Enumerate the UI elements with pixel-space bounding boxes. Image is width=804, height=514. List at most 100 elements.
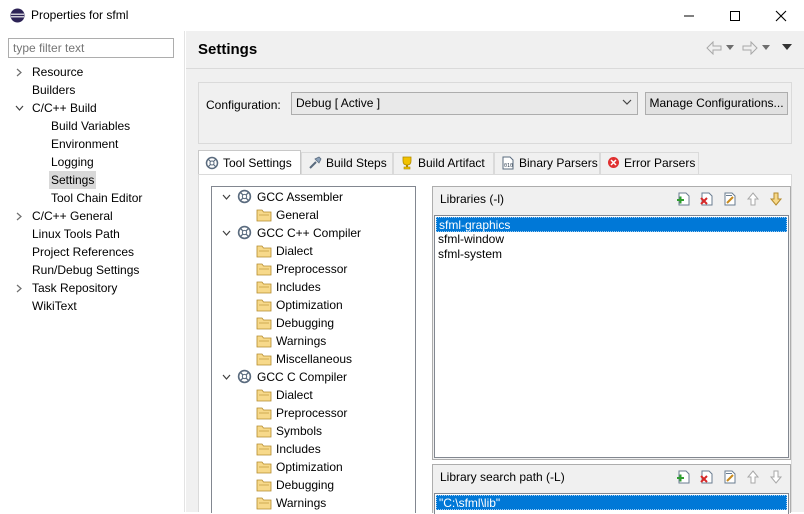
tool-tree-item-general[interactable]: General <box>212 206 415 224</box>
tool-tree-item-warnings[interactable]: Warnings <box>212 494 415 512</box>
chevron-down-icon[interactable] <box>222 373 231 381</box>
edit-icon[interactable] <box>722 469 738 485</box>
tool-tree-label: GCC C++ Compiler <box>257 226 362 240</box>
chevron-right-icon[interactable] <box>15 68 23 77</box>
forward-dropdown-icon[interactable] <box>762 45 770 50</box>
move-up-icon[interactable] <box>745 469 761 485</box>
tool-tree-item-dialect[interactable]: Dialect <box>212 386 415 404</box>
tool-tree-item-preprocessor[interactable]: Preprocessor <box>212 260 415 278</box>
manage-configurations-button[interactable]: Manage Configurations... <box>645 92 788 115</box>
move-up-icon[interactable] <box>745 191 761 207</box>
library-search-path-title: Library search path (-L) <box>440 470 565 484</box>
folder-icon <box>256 425 272 438</box>
folder-icon <box>256 497 272 510</box>
tool-tree-item-symbols[interactable]: Symbols <box>212 422 415 440</box>
tool-tree-label: GCC C Compiler <box>257 370 348 384</box>
tool-tree-item-includes[interactable]: Includes <box>212 440 415 458</box>
folder-icon <box>256 263 272 276</box>
chevron-right-icon[interactable] <box>15 212 23 221</box>
add-icon[interactable] <box>676 191 692 207</box>
list-item[interactable]: sfml-graphics <box>436 217 787 232</box>
folder-icon <box>256 317 272 330</box>
tab-error-parsers[interactable]: Error Parsers <box>600 152 699 174</box>
tool-tree-item-dialect[interactable]: Dialect <box>212 242 415 260</box>
sidebar-item-label: Logging <box>51 155 94 169</box>
sidebar-item-label: Run/Debug Settings <box>32 263 140 277</box>
libraries-panel: Libraries (-l) sfml-graphics sfml-window… <box>432 186 791 460</box>
chevron-right-icon[interactable] <box>15 284 23 293</box>
tool-tree-item-gcc-c-compiler[interactable]: GCC C Compiler <box>212 368 415 386</box>
list-item[interactable]: "C:\sfml\lib" <box>436 495 787 510</box>
build-steps-icon <box>309 156 322 169</box>
tool-tree-item-optimization[interactable]: Optimization <box>212 296 415 314</box>
delete-icon[interactable] <box>699 191 715 207</box>
tab-label: Build Steps <box>326 156 387 170</box>
tool-tree-label: Optimization <box>276 298 343 312</box>
configuration-label: Configuration: <box>206 98 281 112</box>
filter-input[interactable] <box>8 38 174 58</box>
maximize-button[interactable] <box>712 0 758 30</box>
chevron-down-icon[interactable] <box>222 229 231 237</box>
minimize-button[interactable] <box>666 0 712 30</box>
chevron-down-icon[interactable] <box>222 193 231 201</box>
library-search-path-panel: Library search path (-L) "C:\sfml\lib" <box>432 464 791 514</box>
sidebar: Resource Builders C/C++ Build Build Vari… <box>0 31 185 512</box>
tool-tree-item-optimization[interactable]: Optimization <box>212 458 415 476</box>
tab-build-artifact[interactable]: Build Artifact <box>393 152 494 174</box>
library-search-path-header: Library search path (-L) <box>433 465 790 489</box>
close-button[interactable] <box>758 0 804 30</box>
tool-tree-item-debugging[interactable]: Debugging <box>212 476 415 494</box>
error-parsers-icon <box>608 157 619 169</box>
edit-icon[interactable] <box>722 191 738 207</box>
move-down-icon[interactable] <box>768 191 784 207</box>
list-item[interactable]: sfml-window <box>436 232 787 247</box>
tool-tree-label: Warnings <box>276 334 327 348</box>
sidebar-item-label: Resource <box>32 65 84 79</box>
tool-icon <box>237 189 252 204</box>
folder-icon <box>256 353 272 366</box>
tool-settings-icon <box>205 156 219 170</box>
sidebar-item-label: Task Repository <box>32 281 118 295</box>
chevron-down-icon[interactable] <box>15 104 24 112</box>
tool-tree-label: Warnings <box>276 496 327 510</box>
tool-tree-item-gcc-assembler[interactable]: GCC Assembler <box>212 188 415 206</box>
folder-icon <box>256 461 272 474</box>
tab-label: Tool Settings <box>223 156 292 170</box>
eclipse-icon <box>10 8 25 23</box>
tool-tree-label: Includes <box>276 280 321 294</box>
delete-icon[interactable] <box>699 469 715 485</box>
sidebar-item-label: WikiText <box>32 299 77 313</box>
tool-tree-item-includes[interactable]: Includes <box>212 278 415 296</box>
tool-tree-item-warnings[interactable]: Warnings <box>212 332 415 350</box>
library-search-path-list[interactable]: "C:\sfml\lib" <box>434 493 789 514</box>
tab-label: Binary Parsers <box>519 156 598 170</box>
add-icon[interactable] <box>676 469 692 485</box>
view-menu-icon[interactable] <box>782 44 792 50</box>
folder-icon <box>256 389 272 402</box>
configuration-value: Debug [ Active ] <box>296 96 381 110</box>
main-panel: Settings Configuration: Debug [ Active ]… <box>186 31 804 514</box>
back-dropdown-icon[interactable] <box>726 45 734 50</box>
configuration-select[interactable]: Debug [ Active ] <box>291 92 638 115</box>
move-down-icon[interactable] <box>768 469 784 485</box>
libraries-header: Libraries (-l) <box>433 187 790 211</box>
libraries-list[interactable]: sfml-graphics sfml-window sfml-system <box>434 215 789 458</box>
sidebar-item-label: Environment <box>51 137 119 151</box>
tool-tree-label: Optimization <box>276 460 343 474</box>
tool-tree-item-debugging[interactable]: Debugging <box>212 314 415 332</box>
close-icon <box>775 10 787 22</box>
forward-arrow-icon[interactable] <box>742 41 758 55</box>
tool-tree-item-preprocessor[interactable]: Preprocessor <box>212 404 415 422</box>
tool-settings-panel: GCC Assembler General GCC C++ Compiler D… <box>198 174 792 514</box>
sidebar-item-label: Settings <box>49 171 97 189</box>
folder-icon <box>256 443 272 456</box>
tool-tree-item-gcc-cpp-compiler[interactable]: GCC C++ Compiler <box>212 224 415 242</box>
back-arrow-icon[interactable] <box>706 41 722 55</box>
tab-tool-settings[interactable]: Tool Settings <box>198 150 301 174</box>
tool-tree-label: Dialect <box>276 388 313 402</box>
libraries-toolbar <box>676 191 786 207</box>
tool-tree-item-miscellaneous[interactable]: Miscellaneous <box>212 350 415 368</box>
tab-build-steps[interactable]: Build Steps <box>301 152 393 174</box>
tab-binary-parsers[interactable]: 010 Binary Parsers <box>494 152 600 174</box>
list-item[interactable]: sfml-system <box>436 247 787 262</box>
